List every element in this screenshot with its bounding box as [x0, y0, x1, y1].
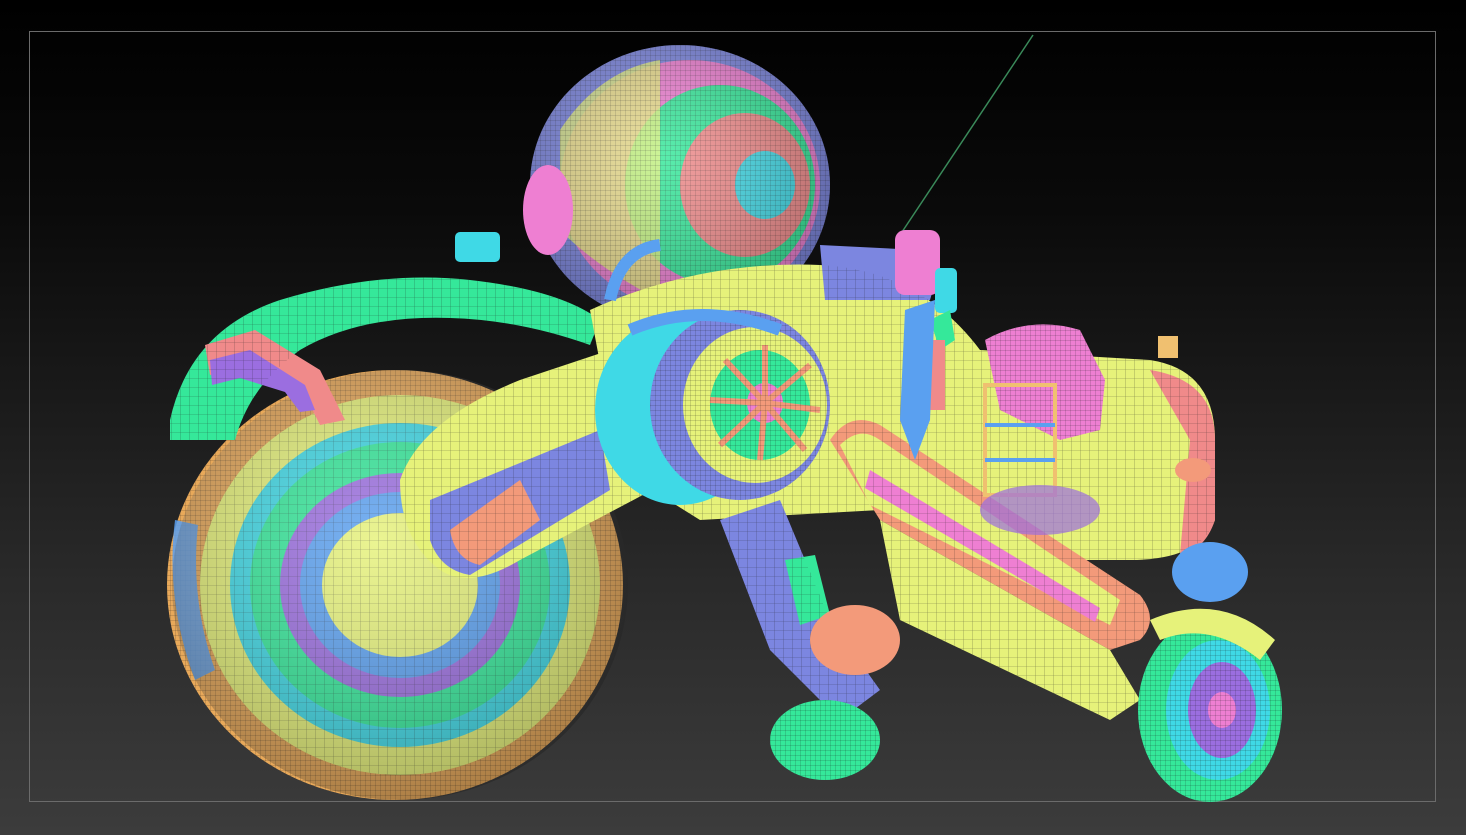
model-render[interactable]	[0, 0, 1466, 835]
antenna-line	[899, 34, 1034, 236]
front-wheel-right	[1138, 608, 1282, 802]
canvas-area[interactable]	[0, 0, 1466, 835]
